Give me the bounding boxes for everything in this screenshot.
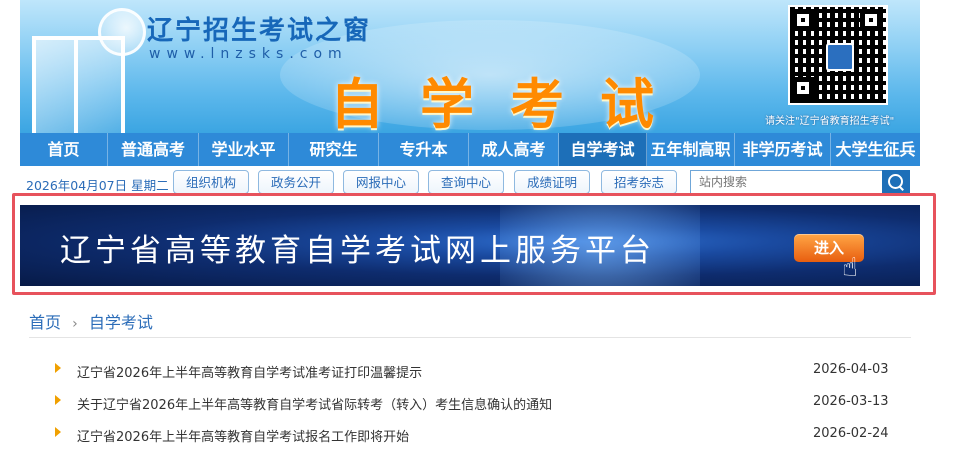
site-url: www.lnzsks.com — [149, 46, 348, 62]
nav-item-gaokao[interactable]: 普通高考 — [108, 133, 199, 166]
divider — [29, 337, 911, 338]
nav-item-zikao[interactable]: 自学考试 — [559, 133, 647, 166]
nav-item-zhengbing[interactable]: 大学生征兵 — [831, 133, 920, 166]
nav-item-wunianzhi[interactable]: 五年制高职 — [647, 133, 735, 166]
news-title[interactable]: 辽宁省2026年上半年高等教育自学考试报名工作即将开始 — [77, 426, 409, 445]
breadcrumb: 首页 › 自学考试 — [29, 309, 153, 333]
link-chengji[interactable]: 成绩证明 — [514, 170, 590, 194]
news-date: 2026-03-13 — [813, 394, 889, 409]
triangle-bullet-icon — [55, 363, 61, 373]
list-item[interactable]: 关于辽宁省2026年上半年高等教育自学考试省际转考（转入）考生信息确认的通知 2… — [0, 386, 973, 418]
link-zuzhi[interactable]: 组织机构 — [173, 170, 249, 194]
nav-item-zhuanshengben[interactable]: 专升本 — [379, 133, 469, 166]
highlight-frame — [12, 193, 936, 295]
list-item[interactable]: 辽宁省2026年上半年高等教育自学考试准考证打印温馨提示 2026-04-03 — [0, 354, 973, 386]
nav-item-home[interactable]: 首页 — [20, 133, 108, 166]
section-title: 自学考试 — [330, 73, 690, 133]
nav-item-chengkao[interactable]: 成人高考 — [469, 133, 559, 166]
news-title[interactable]: 关于辽宁省2026年上半年高等教育自学考试省际转考（转入）考生信息确认的通知 — [77, 394, 552, 413]
qr-caption: 请关注"辽宁省教育招生考试" — [765, 116, 895, 127]
search-button[interactable] — [882, 170, 910, 194]
nav-item-yanjiusheng[interactable]: 研究生 — [289, 133, 379, 166]
triangle-bullet-icon — [55, 427, 61, 437]
news-title[interactable]: 辽宁省2026年上半年高等教育自学考试准考证打印温馨提示 — [77, 362, 422, 381]
site-title[interactable]: 辽宁招生考试之窗 — [147, 10, 371, 47]
link-chaxun[interactable]: 查询中心 — [428, 170, 504, 194]
nav-item-xueye[interactable]: 学业水平 — [199, 133, 289, 166]
triangle-bullet-icon — [55, 395, 61, 405]
site-logo-icon[interactable] — [98, 8, 146, 56]
link-zazhi[interactable]: 招考杂志 — [601, 170, 677, 194]
link-wangbao[interactable]: 网报中心 — [343, 170, 419, 194]
breadcrumb-home[interactable]: 首页 — [29, 313, 61, 332]
breadcrumb-current[interactable]: 自学考试 — [89, 313, 153, 332]
qr-code-icon — [788, 5, 888, 105]
nav-item-feixueli[interactable]: 非学历考试 — [735, 133, 831, 166]
site-header: 辽宁招生考试之窗 www.lnzsks.com 自学考试 请关注"辽宁省教育招生… — [20, 0, 920, 133]
news-date: 2026-02-24 — [813, 426, 889, 441]
current-date: 2026年04月07日 星期二 — [26, 178, 169, 193]
news-date: 2026-04-03 — [813, 362, 889, 377]
chevron-right-icon: › — [72, 316, 78, 332]
link-zhengwu[interactable]: 政务公开 — [258, 170, 334, 194]
list-item[interactable]: 辽宁省2026年上半年高等教育自学考试报名工作即将开始 2026-02-24 — [0, 418, 973, 450]
search-input[interactable] — [690, 170, 884, 194]
main-nav: 首页 普通高考 学业水平 研究生 专升本 成人高考 自学考试 五年制高职 非学历… — [20, 133, 920, 166]
